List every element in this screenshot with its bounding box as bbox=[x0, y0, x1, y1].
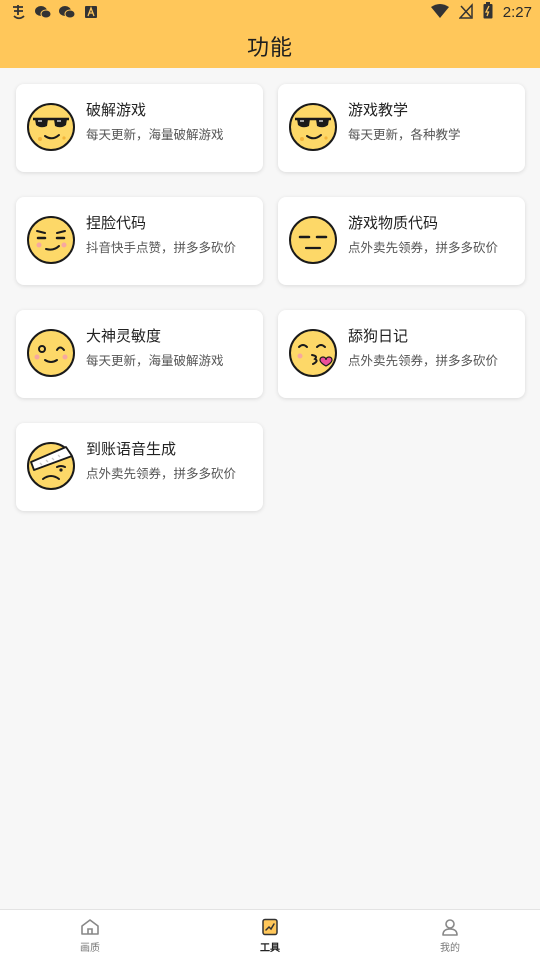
tool-card-subtitle: 每天更新，海量破解游戏 bbox=[86, 127, 224, 142]
nav-label: 我的 bbox=[440, 943, 460, 954]
sunglasses-face-icon bbox=[27, 103, 75, 151]
kissing-face-icon bbox=[289, 329, 337, 377]
battery-icon bbox=[483, 2, 493, 23]
tool-card-title: 破解游戏 bbox=[86, 101, 147, 119]
nav-label: 工具 bbox=[260, 943, 280, 954]
tool-card-subtitle: 点外卖先领券，拼多多砍价 bbox=[348, 240, 499, 255]
nav-item-quality[interactable]: 画质 bbox=[50, 918, 130, 954]
bottom-nav: 画质 工具 我的 bbox=[0, 909, 540, 960]
app-icon bbox=[10, 3, 28, 21]
keyboard-icon bbox=[82, 3, 100, 21]
tool-card-payment-voice[interactable]: 到账语音生成 点外卖先领券，拼多多砍价 bbox=[16, 423, 263, 511]
expressionless-face-icon bbox=[289, 216, 337, 264]
clock: 2:27 bbox=[502, 4, 532, 21]
tool-card-title: 舔狗日记 bbox=[348, 327, 409, 345]
wechat-icon bbox=[58, 3, 76, 21]
tool-card-title: 到账语音生成 bbox=[86, 440, 177, 458]
tool-card-simp-diary[interactable]: 舔狗日记 点外卖先领券，拼多多砍价 bbox=[278, 310, 525, 398]
tool-card-face-code[interactable]: 捏脸代码 抖音快手点赞，拼多多砍价 bbox=[16, 197, 263, 285]
tool-card-game-material-code[interactable]: 游戏物质代码 点外卖先领券，拼多多砍价 bbox=[278, 197, 525, 285]
nav-label: 画质 bbox=[80, 943, 100, 954]
tools-icon bbox=[262, 918, 278, 936]
nav-item-tools[interactable]: 工具 bbox=[230, 918, 310, 954]
tool-card-game-tutorial[interactable]: 游戏教学 每天更新，各种教学 bbox=[278, 84, 525, 172]
wifi-icon bbox=[430, 3, 449, 23]
tool-card-subtitle: 点外卖先领券，拼多多砍价 bbox=[348, 353, 499, 368]
app-header: 2:27 功能 bbox=[0, 0, 540, 68]
tool-card-crack-games[interactable]: 破解游戏 每天更新，海量破解游戏 bbox=[16, 84, 263, 172]
page-title: 功能 bbox=[246, 36, 293, 61]
tool-card-title: 捏脸代码 bbox=[86, 214, 147, 232]
tool-card-subtitle: 每天更新，海量破解游戏 bbox=[86, 353, 224, 368]
tool-card-title: 游戏物质代码 bbox=[348, 214, 439, 232]
tool-card-sensitivity[interactable]: 大神灵敏度 每天更新，海量破解游戏 bbox=[16, 310, 263, 398]
wechat-icon bbox=[34, 3, 52, 21]
smirk-face-icon bbox=[27, 216, 75, 264]
no-signal-icon bbox=[458, 2, 473, 23]
tool-card-title: 游戏教学 bbox=[348, 101, 409, 119]
sunglasses-face-icon bbox=[289, 103, 337, 151]
profile-icon bbox=[442, 919, 458, 936]
nav-item-mine[interactable]: 我的 bbox=[410, 918, 490, 954]
tool-card-title: 大神灵敏度 bbox=[86, 327, 162, 345]
home-icon bbox=[81, 919, 99, 935]
wink-face-icon bbox=[27, 329, 75, 377]
bandaged-face-icon bbox=[27, 442, 75, 490]
tool-card-subtitle: 每天更新，各种教学 bbox=[348, 127, 461, 142]
tool-card-subtitle: 抖音快手点赞，拼多多砍价 bbox=[86, 240, 237, 255]
status-bar: 2:27 bbox=[0, 0, 540, 26]
tool-card-subtitle: 点外卖先领券，拼多多砍价 bbox=[86, 466, 237, 481]
